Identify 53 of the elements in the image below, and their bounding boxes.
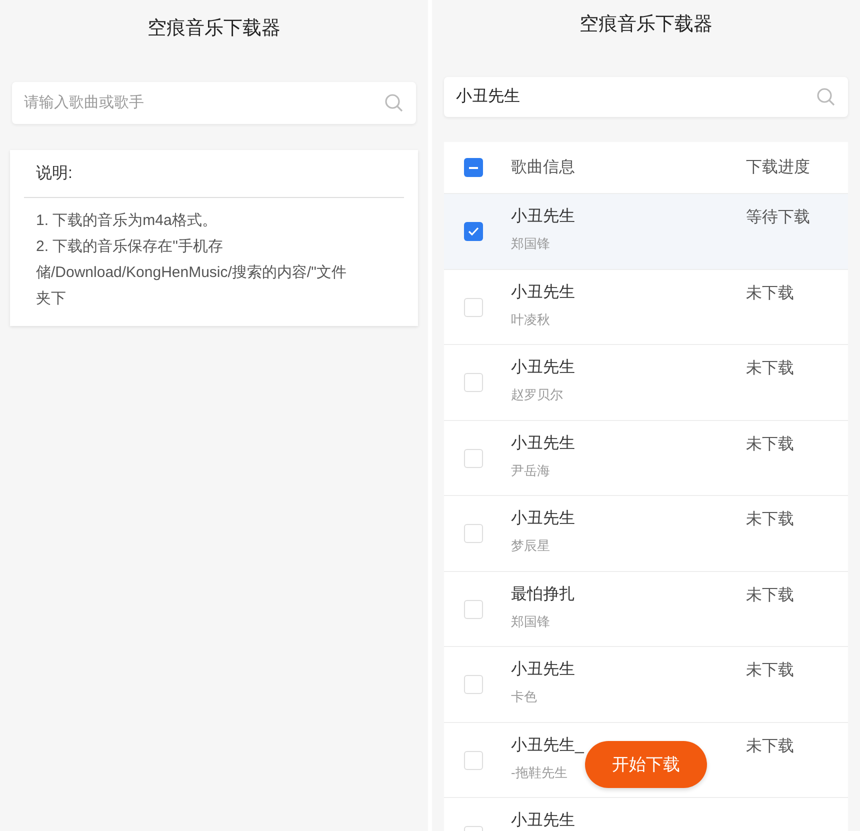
checkbox[interactable] — [464, 373, 483, 392]
checkbox[interactable] — [464, 158, 483, 177]
note-text: 1. 下载的音乐为m4a格式。 — [36, 211, 218, 231]
artist-name: 梦辰星 — [511, 537, 550, 555]
checkbox[interactable] — [464, 524, 483, 543]
note-text: 2. 下载的音乐保存在"手机存储/Download/KongHenMusic/搜索的内容/"文件夹下 — [36, 237, 348, 309]
search-input[interactable]: 请输入歌曲或歌手 — [24, 92, 384, 114]
artist-name: 卡色 — [511, 688, 537, 706]
artist-name: 郑国锋 — [511, 612, 550, 630]
checkbox[interactable] — [464, 222, 483, 241]
download-status: 未下载 — [746, 511, 794, 528]
artist-name: 郑国锋 — [511, 235, 550, 253]
download-status: 未下载 — [746, 284, 794, 302]
download-status: 未下载 — [746, 662, 794, 679]
search-icon[interactable] — [384, 93, 404, 113]
song-row[interactable]: 小丑先生 郑国锋 等待下载 — [444, 194, 848, 270]
search-icon[interactable] — [816, 87, 836, 107]
song-title: 小丑先生 — [511, 282, 575, 302]
minus-icon — [469, 166, 478, 168]
song-row[interactable]: 小丑先生 叶凌秋 未下载 — [444, 270, 848, 345]
song-title: 小丑先生_ — [511, 736, 584, 756]
checkbox[interactable] — [464, 448, 483, 468]
download-status: 未下载 — [746, 738, 794, 754]
app-title: 空痕音乐下载器 — [146, 16, 282, 41]
song-title: 小丑先生 — [511, 206, 575, 227]
notes-heading: 说明: — [36, 164, 72, 184]
song-title: 小丑先生 — [511, 660, 575, 680]
app-title: 空痕音乐下载器 — [578, 12, 714, 37]
artist-name: 尹岳海 — [511, 462, 550, 480]
search-field[interactable]: 小丑先生 — [444, 77, 848, 117]
song-row[interactable]: 小丑先生 尹岳海 未下载 — [444, 420, 848, 496]
search-input[interactable]: 小丑先生 — [456, 85, 816, 109]
artist-name: 赵罗贝尔 — [511, 386, 563, 404]
song-title: 小丑先生 — [511, 434, 575, 454]
song-title: 最怕挣扎 — [511, 584, 575, 604]
song-title: 小丑先生 — [511, 508, 575, 529]
column-header: 歌曲信息 — [511, 158, 576, 178]
download-status: 未下载 — [746, 436, 794, 452]
check-icon — [468, 227, 479, 236]
download-status: 等待下载 — [746, 209, 810, 226]
song-title: 小丑先生 — [511, 358, 575, 378]
checkbox[interactable] — [464, 750, 483, 770]
checkbox[interactable] — [464, 600, 483, 618]
song-title: 小丑先生 — [511, 810, 575, 831]
search-field[interactable]: 请输入歌曲或歌手 — [12, 82, 416, 124]
download-status: 未下载 — [746, 586, 794, 604]
artist-name: 叶凌秋 — [511, 310, 550, 328]
column-header: 下载进度 — [746, 158, 811, 178]
download-status: 未下载 — [746, 360, 794, 377]
checkbox[interactable] — [464, 675, 483, 694]
artist-name: -拖鞋先生 — [511, 764, 568, 782]
checkbox[interactable] — [464, 298, 483, 316]
song-row[interactable]: 最怕挣扎 郑国锋 未下载 — [444, 572, 848, 647]
